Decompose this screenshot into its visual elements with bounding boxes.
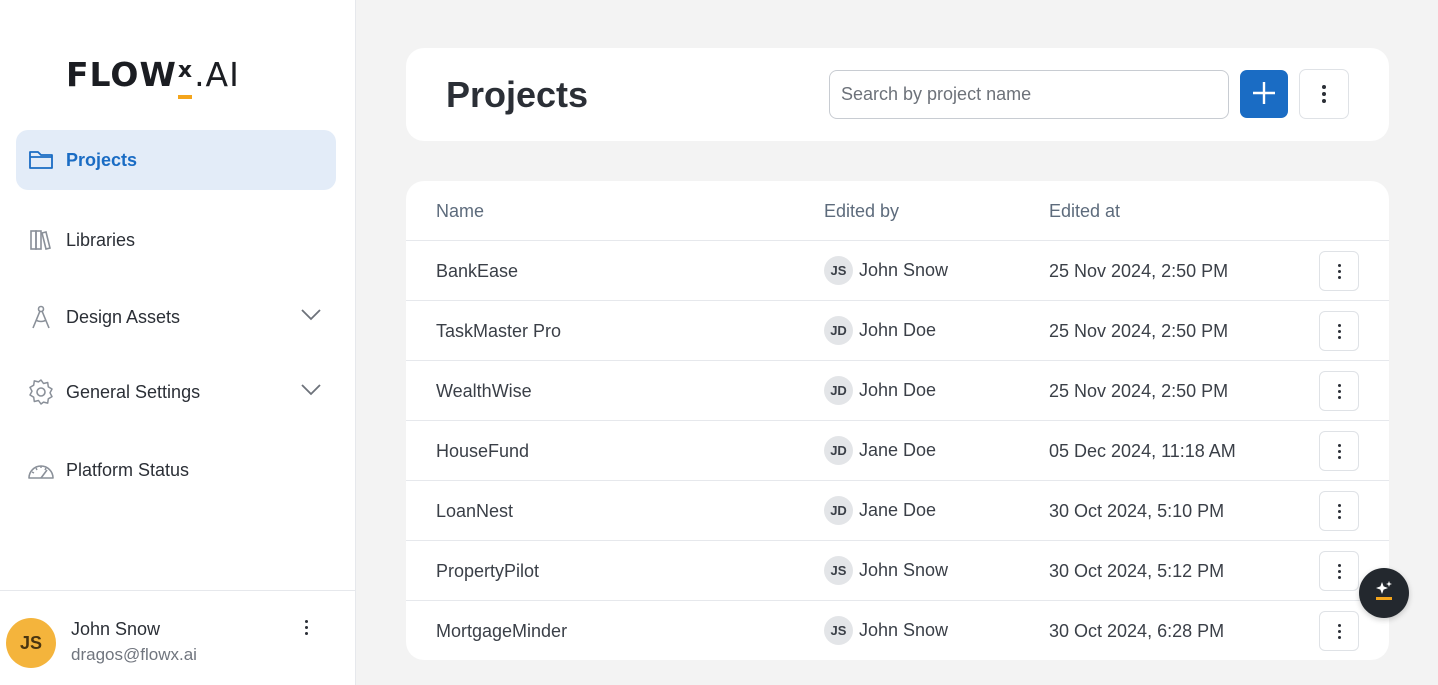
editor-name: Jane Doe bbox=[859, 500, 937, 520]
more-vertical-icon bbox=[1337, 263, 1341, 279]
table-row[interactable]: HouseFund JD Jane Doe 05 Dec 2024, 11:18 … bbox=[406, 421, 1389, 481]
user-profile: JS John Snow dragos@flowx.ai bbox=[0, 590, 356, 685]
edited-at: 25 Nov 2024, 2:50 PM bbox=[1049, 381, 1229, 401]
editor-name: John Snow bbox=[859, 260, 949, 280]
project-name[interactable]: BankEase bbox=[436, 261, 518, 282]
sidebar-item-label: Design Assets bbox=[66, 306, 181, 327]
avatar: JS bbox=[824, 616, 853, 645]
compass-icon bbox=[26, 302, 56, 332]
editor: JD John Doe bbox=[824, 376, 936, 405]
chevron-down-icon[interactable] bbox=[300, 380, 322, 401]
table-row[interactable]: BankEase JS John Snow 25 Nov 2024, 2:50 P… bbox=[406, 241, 1389, 301]
column-header-name[interactable]: Name bbox=[436, 201, 484, 222]
editor: JS John Snow bbox=[824, 556, 948, 585]
more-vertical-icon bbox=[1337, 623, 1341, 639]
table-header: Name Edited by Edited at bbox=[406, 181, 1389, 241]
editor-name: John Doe bbox=[859, 380, 937, 400]
sidebar: FLOW x .AI Projects Libraries Design Asset… bbox=[0, 0, 356, 685]
edited-at: 30 Oct 2024, 5:12 PM bbox=[1049, 561, 1225, 581]
avatar[interactable]: JS bbox=[6, 618, 56, 668]
gauge-icon bbox=[26, 455, 56, 485]
row-more-button[interactable] bbox=[1319, 551, 1359, 591]
edited-at: 25 Nov 2024, 2:50 PM bbox=[1049, 261, 1229, 281]
project-name[interactable]: HouseFund bbox=[436, 441, 529, 462]
chevron-down-icon[interactable] bbox=[300, 305, 322, 326]
sidebar-item-projects[interactable]: Projects bbox=[16, 130, 336, 190]
project-name[interactable]: PropertyPilot bbox=[436, 561, 539, 582]
editor-name: Jane Doe bbox=[859, 440, 937, 460]
editor: JD John Doe bbox=[824, 316, 936, 345]
folder-icon bbox=[26, 145, 56, 175]
sidebar-item-label: Libraries bbox=[66, 229, 136, 250]
editor: JD Jane Doe bbox=[824, 496, 936, 525]
column-header-edited-by[interactable]: Edited by bbox=[824, 201, 899, 222]
more-vertical-icon bbox=[1337, 383, 1341, 399]
avatar: JD bbox=[824, 496, 853, 525]
editor-name: John Snow bbox=[859, 560, 949, 580]
more-vertical-icon bbox=[1337, 443, 1341, 459]
user-email: dragos@flowx.ai bbox=[71, 645, 197, 664]
more-vertical-icon bbox=[1337, 323, 1341, 339]
edited-at: 25 Nov 2024, 2:50 PM bbox=[1049, 321, 1229, 341]
logo-main: FLOW bbox=[66, 55, 177, 94]
table-row[interactable]: TaskMaster Pro JD John Doe 25 Nov 2024, 2… bbox=[406, 301, 1389, 361]
plus-icon bbox=[1251, 80, 1277, 109]
page-title: Projects bbox=[446, 74, 589, 115]
logo-x: x bbox=[177, 58, 193, 99]
row-more-button[interactable] bbox=[1319, 431, 1359, 471]
editor-name: John Doe bbox=[859, 320, 937, 340]
flowx-logo[interactable]: FLOW x .AI bbox=[66, 55, 240, 99]
add-project-button[interactable] bbox=[1240, 70, 1288, 118]
edited-at: 05 Dec 2024, 11:18 AM bbox=[1049, 441, 1236, 461]
sidebar-item-label: Platform Status bbox=[66, 459, 190, 480]
sidebar-item-label: Projects bbox=[66, 149, 138, 170]
avatar: JD bbox=[824, 436, 853, 465]
sidebar-item-general-settings[interactable]: General Settings bbox=[16, 362, 336, 422]
more-vertical-icon bbox=[304, 619, 308, 635]
row-more-button[interactable] bbox=[1319, 311, 1359, 351]
avatar: JD bbox=[824, 376, 853, 405]
more-vertical-icon bbox=[1337, 563, 1341, 579]
edited-at: 30 Oct 2024, 5:10 PM bbox=[1049, 501, 1225, 521]
editor-name: John Snow bbox=[859, 620, 949, 640]
avatar: JD bbox=[824, 316, 853, 345]
page-header: Projects bbox=[406, 48, 1389, 141]
search-input[interactable] bbox=[829, 70, 1229, 119]
editor: JD Jane Doe bbox=[824, 436, 936, 465]
projects-table: Name Edited by Edited at BankEase JS John… bbox=[406, 181, 1389, 660]
sidebar-item-platform-status[interactable]: Platform Status bbox=[16, 440, 336, 500]
editor: JS John Snow bbox=[824, 256, 948, 285]
project-name[interactable]: MortgageMinder bbox=[436, 621, 567, 642]
table-row[interactable]: LoanNest JD Jane Doe 30 Oct 2024, 5:10 PM bbox=[406, 481, 1389, 541]
sidebar-item-libraries[interactable]: Libraries bbox=[16, 210, 336, 270]
project-name[interactable]: LoanNest bbox=[436, 501, 513, 522]
avatar: JS bbox=[824, 556, 853, 585]
table-row[interactable]: WealthWise JD John Doe 25 Nov 2024, 2:50 … bbox=[406, 361, 1389, 421]
row-more-button[interactable] bbox=[1319, 251, 1359, 291]
avatar: JS bbox=[824, 256, 853, 285]
more-vertical-icon bbox=[1337, 503, 1341, 519]
gear-icon bbox=[26, 377, 56, 407]
row-more-button[interactable] bbox=[1319, 371, 1359, 411]
table-row[interactable]: MortgageMinder JS John Snow 30 Oct 2024, … bbox=[406, 601, 1389, 660]
sparkle-icon bbox=[1373, 580, 1395, 607]
row-more-button[interactable] bbox=[1319, 491, 1359, 531]
edited-at: 30 Oct 2024, 6:28 PM bbox=[1049, 621, 1225, 641]
project-name[interactable]: TaskMaster Pro bbox=[436, 321, 561, 342]
sidebar-item-label: General Settings bbox=[66, 381, 201, 402]
user-menu-button[interactable] bbox=[296, 617, 316, 637]
project-name[interactable]: WealthWise bbox=[436, 381, 532, 402]
logo-suffix: .AI bbox=[194, 55, 240, 94]
row-more-button[interactable] bbox=[1319, 611, 1359, 651]
table-row[interactable]: PropertyPilot JS John Snow 30 Oct 2024, 5… bbox=[406, 541, 1389, 601]
editor: JS John Snow bbox=[824, 616, 948, 645]
header-more-button[interactable] bbox=[1299, 69, 1349, 119]
more-vertical-icon bbox=[1322, 85, 1326, 103]
ai-assistant-button[interactable] bbox=[1359, 568, 1409, 618]
sidebar-item-design-assets[interactable]: Design Assets bbox=[16, 287, 336, 347]
user-name: John Snow bbox=[71, 619, 161, 639]
library-icon bbox=[26, 225, 56, 255]
column-header-edited-at[interactable]: Edited at bbox=[1049, 201, 1120, 222]
